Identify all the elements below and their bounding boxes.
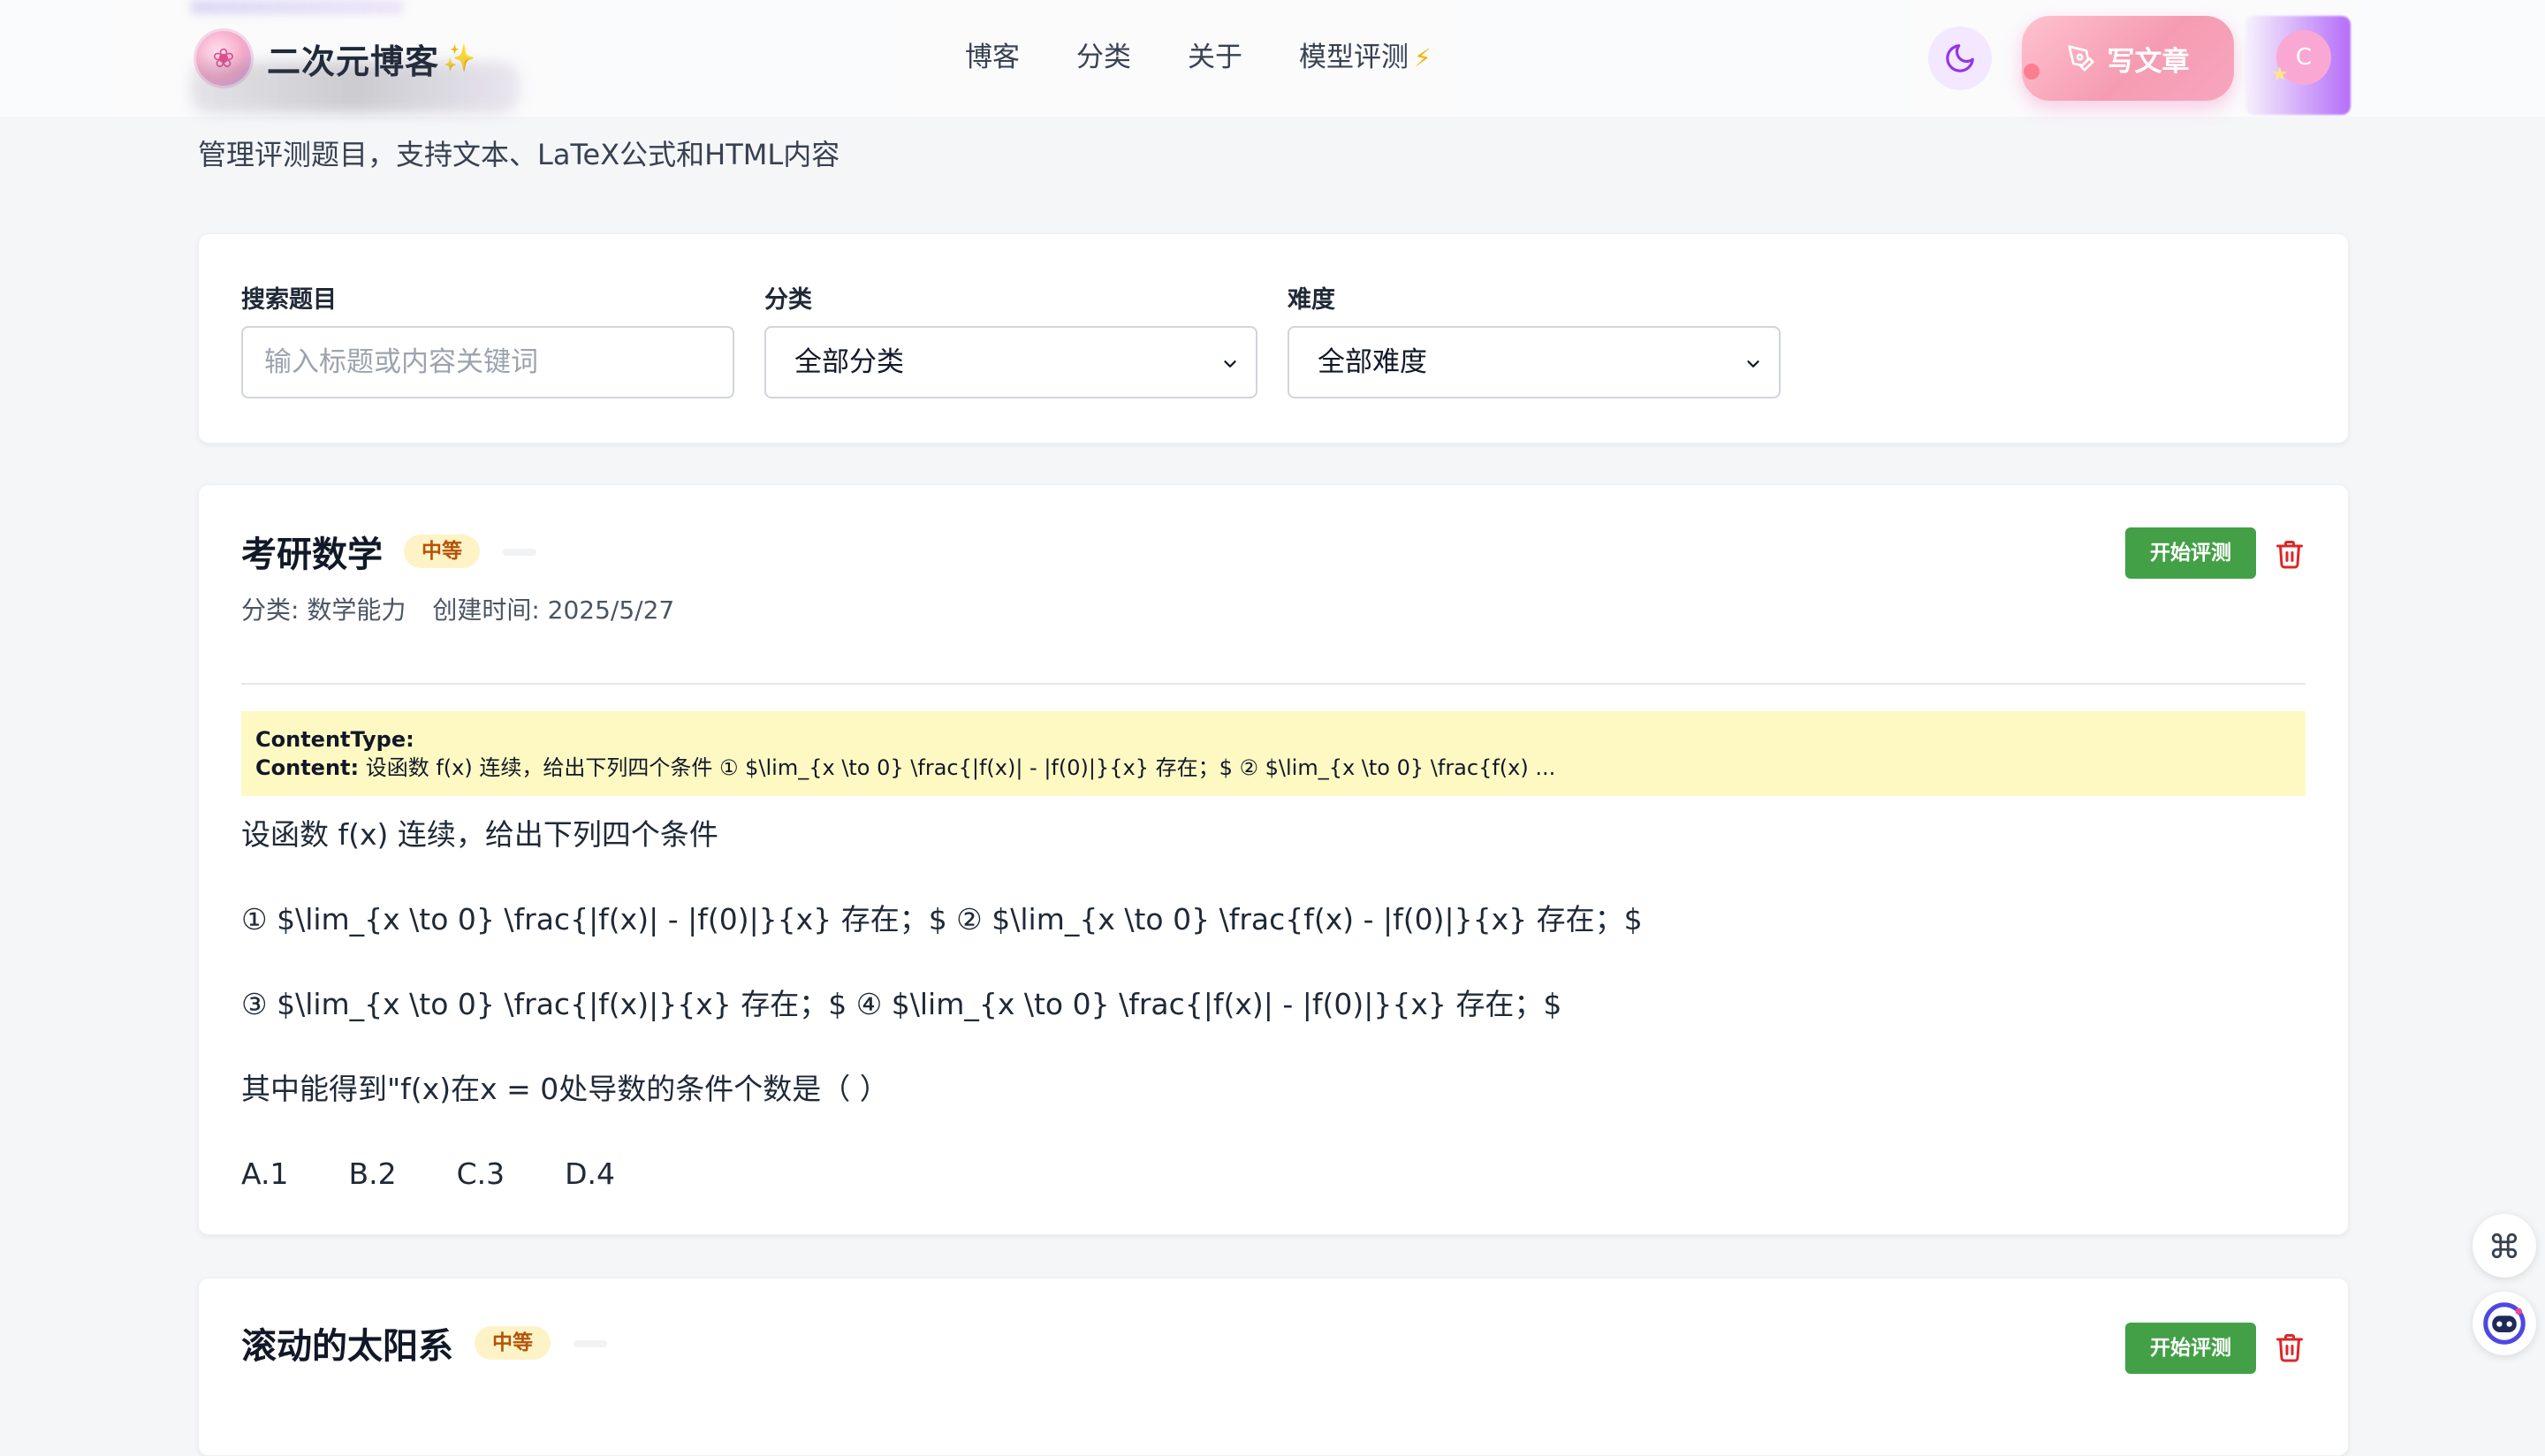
nav-item-model-eval[interactable]: 模型评测 ⚡ xyxy=(1299,35,1432,80)
category-select[interactable]: 全部分类 xyxy=(764,326,1257,398)
write-article-label: 写文章 xyxy=(2107,45,2190,78)
pen-icon xyxy=(2067,45,2094,72)
main-nav: 博客 分类 关于 模型评测 ⚡ xyxy=(965,35,1488,80)
option-b: B.2 xyxy=(348,1156,397,1191)
robot-icon xyxy=(2483,1302,2526,1345)
button-decoration xyxy=(2024,64,2040,80)
page-subtitle: 管理评测题目，支持文本、LaTeX公式和HTML内容 xyxy=(198,138,840,171)
category-select-value: 全部分类 xyxy=(794,346,904,378)
difficulty-badge: 中等 xyxy=(404,535,480,568)
start-eval-button[interactable]: 开始评测 xyxy=(2125,527,2256,579)
difficulty-badge: 中等 xyxy=(475,1326,551,1360)
nav-item-about[interactable]: 关于 xyxy=(1188,35,1242,80)
question-card: 考研数学 中等 开始评测 分类: 数学能力 创建时间: 2025/5/27 Con… xyxy=(198,484,2349,1235)
lightning-icon: ⚡ xyxy=(1414,43,1432,72)
content-debug-box: ContentType: Content: 设函数 f(x) 连续，给出下列四个… xyxy=(241,711,2306,796)
nav-item-model-eval-label: 模型评测 xyxy=(1299,42,1409,73)
tag-placeholder xyxy=(574,1340,607,1347)
write-article-button[interactable]: 写文章 xyxy=(2022,16,2234,101)
logo-decoration xyxy=(191,0,403,14)
top-navbar: ❀ 二次元博客 ✨ 博客 分类 关于 模型评测⚡ 写文章 C ★ xyxy=(0,0,2545,117)
question-created: 创建时间: 2025/5/27 xyxy=(432,595,675,625)
chevron-down-icon xyxy=(1224,360,1236,368)
debug-content-label: Content: xyxy=(255,755,360,780)
start-eval-button[interactable]: 开始评测 xyxy=(2125,1323,2256,1374)
category-label: 分类 xyxy=(764,286,812,314)
assistant-button[interactable] xyxy=(2473,1292,2536,1355)
question-line: 设函数 f(x) 连续，给出下列四个条件 xyxy=(241,817,718,852)
debug-type-label: ContentType: xyxy=(255,727,414,752)
question-line: ③ $\lim_{x \to 0} \frac{|f(x)|}{x} 存在；$ … xyxy=(241,987,1562,1021)
question-meta: 分类: 数学能力 创建时间: 2025/5/27 xyxy=(241,591,674,626)
tag-placeholder xyxy=(503,549,536,556)
trash-icon[interactable] xyxy=(2274,536,2306,572)
logo-blur-decoration xyxy=(191,62,520,113)
difficulty-label: 难度 xyxy=(1288,286,1335,314)
command-icon xyxy=(2491,1232,2518,1259)
question-line: 其中能得到"f(x)在x = 0处导数的条件个数是（ ） xyxy=(241,1072,889,1106)
question-line: ① $\lim_{x \to 0} \frac{|f(x)| - |f(0)|}… xyxy=(241,902,1643,937)
search-field xyxy=(241,326,734,398)
question-card: 滚动的太阳系 中等 开始评测 xyxy=(198,1278,2349,1456)
search-input[interactable] xyxy=(243,328,733,397)
difficulty-select-value: 全部难度 xyxy=(1318,346,1427,378)
filter-panel: 搜索题目 分类 全部分类 难度 全部难度 xyxy=(198,233,2349,444)
difficulty-select[interactable]: 全部难度 xyxy=(1288,326,1781,398)
theme-toggle-button[interactable] xyxy=(1928,27,1992,90)
question-category: 分类: 数学能力 xyxy=(241,595,406,625)
option-a: A.1 xyxy=(241,1156,289,1191)
nav-item-categories[interactable]: 分类 xyxy=(1076,35,1131,80)
question-title: 滚动的太阳系 xyxy=(241,1326,453,1367)
moon-icon xyxy=(1946,44,1974,72)
option-d: D.4 xyxy=(565,1156,616,1191)
divider xyxy=(241,683,2306,685)
chevron-down-icon xyxy=(1747,360,1759,368)
question-body: 设函数 f(x) 连续，给出下列四个条件 ① $\lim_{x \to 0} \… xyxy=(241,808,1643,1232)
question-title: 考研数学 xyxy=(241,535,383,575)
search-label: 搜索题目 xyxy=(241,286,337,314)
star-icon: ★ xyxy=(2271,64,2289,86)
trash-icon[interactable] xyxy=(2274,1330,2306,1365)
answer-options: A.1 B.2 C.3 D.4 xyxy=(241,1148,1643,1232)
shortcut-button[interactable] xyxy=(2473,1214,2536,1278)
nav-item-blog[interactable]: 博客 xyxy=(965,35,1020,80)
option-c: C.3 xyxy=(456,1156,505,1191)
debug-content: 设函数 f(x) 连续，给出下列四个条件 ① $\lim_{x \to 0} \… xyxy=(365,755,1556,780)
